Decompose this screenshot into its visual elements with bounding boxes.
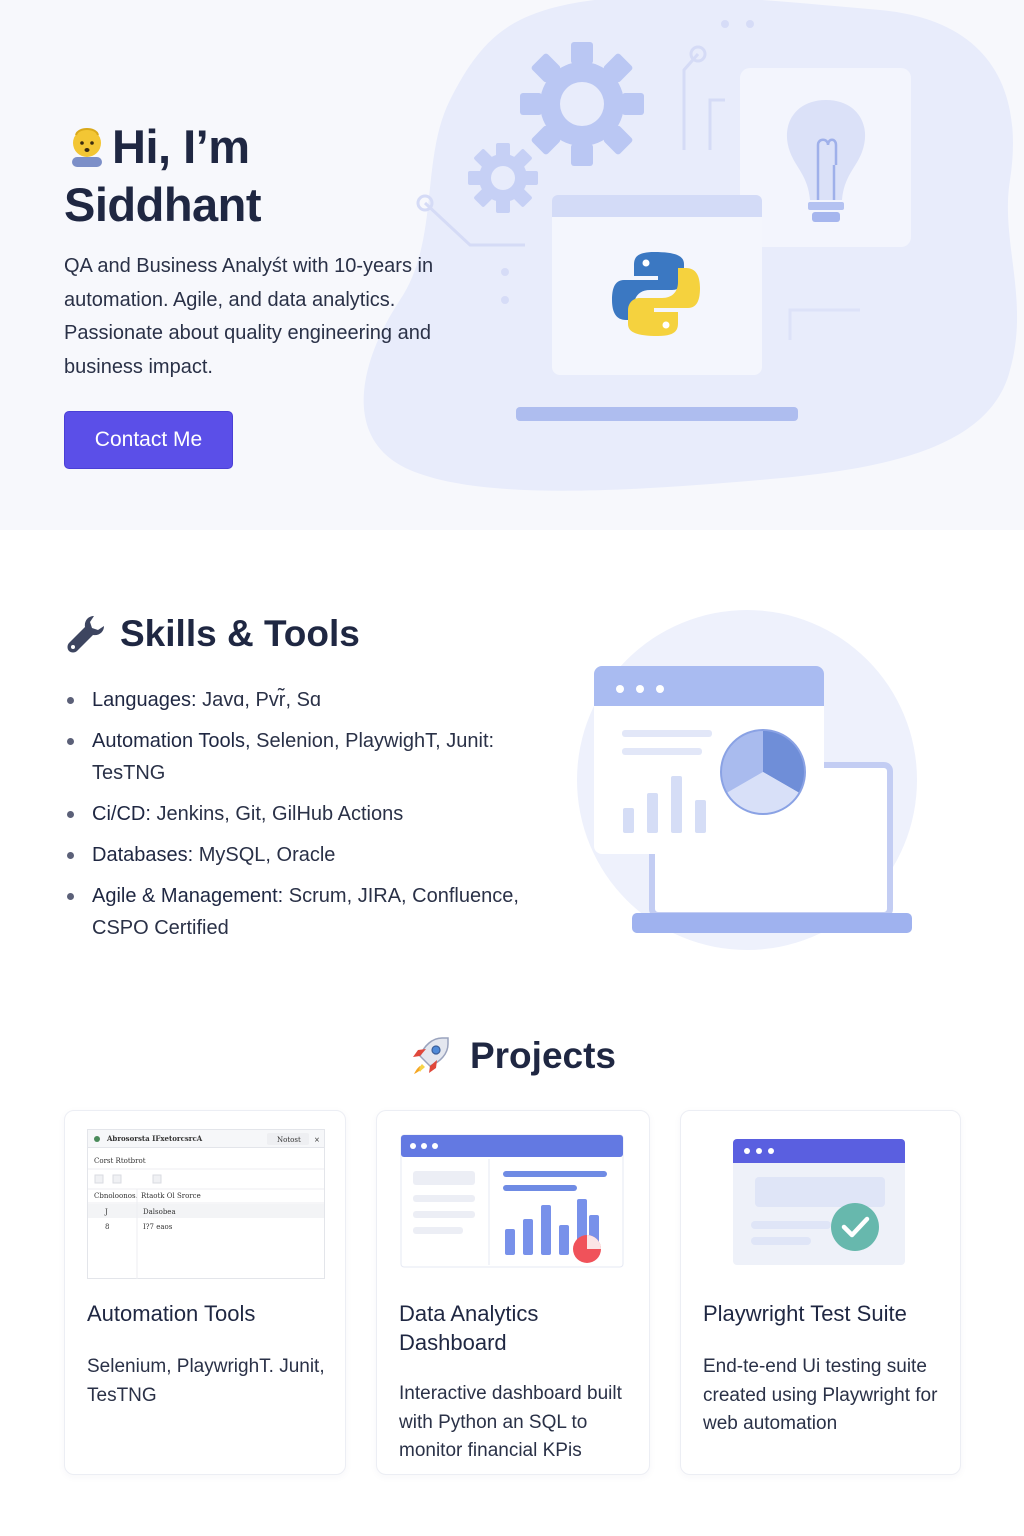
skills-heading: Skills & Tools <box>64 612 360 656</box>
thumb-toolbar-label: Corst Rtotbrot <box>94 1157 146 1165</box>
hero-heading: Hi, I’m Siddhant <box>64 118 262 234</box>
projects-heading: Projects <box>0 1034 1024 1078</box>
project-title: Playwright Test Suite <box>703 1301 907 1326</box>
thumb-row1-num: J <box>104 1208 108 1216</box>
hero-description: QA and Business Analyśt with 10-years in… <box>64 255 434 378</box>
project-card-automation-tools[interactable]: Abrosorsta IFxetorcsrcA Notost × Corst R… <box>64 1110 346 1475</box>
project-description: Interactive dashboard built with Python … <box>399 1383 622 1461</box>
project-card-data-analytics[interactable]: Data Analytics Dashboard Interactive das… <box>376 1110 650 1475</box>
skill-item-agile: Agile & Management: Scrum, JIRA, Conflue… <box>64 880 524 944</box>
hero-greeting: Hi, I’m <box>112 120 250 173</box>
wrench-icon <box>67 616 104 653</box>
skills-list: Languages: Javɑ, Pvr̃, Sɑ Automation Too… <box>64 684 524 953</box>
thumb-window-title: Abrosorsta IFxetorcsrcA <box>106 1134 203 1143</box>
thumb-col2: Rtaotk Ol Srorce <box>141 1192 201 1200</box>
dashboard-laptop-illustration <box>577 610 917 950</box>
analytics-dashboard-screenshot <box>400 1134 624 1268</box>
skill-item-languages: Languages: Javɑ, Pvr̃, Sɑ <box>64 684 524 716</box>
project-description: End-te-end Ui testing suite created usin… <box>703 1356 938 1434</box>
thumb-button: Notost <box>277 1136 301 1144</box>
thumb-row2-num: 8 <box>105 1223 109 1231</box>
thumb-close: × <box>314 1136 320 1144</box>
thumb-row1-text: Dalsobea <box>143 1208 176 1216</box>
skill-item-automation: Automation Tools, Selenion, PlaywighT, J… <box>64 725 524 789</box>
hero-section: Hi, I’m Siddhant QA and Business Analyśt… <box>0 0 1024 530</box>
project-card-playwright[interactable]: Playwright Test Suite End-te-end Ui test… <box>680 1110 961 1475</box>
skill-item-cicd: Ci/CD: Jenkins, Git, GilHub Actions <box>64 798 524 830</box>
rocket-icon <box>412 1037 449 1074</box>
project-description: Selenium, PlaywrighT. Junit, TesTNG <box>87 1356 325 1406</box>
playwright-suite-screenshot <box>733 1139 905 1265</box>
thumb-row2-text: I?7 eaos <box>143 1223 173 1231</box>
projects-title-text: Projects <box>469 1035 616 1076</box>
project-title: Automation Tools <box>87 1301 256 1326</box>
automation-tools-screenshot: Abrosorsta IFxetorcsrcA Notost × Corst R… <box>87 1129 325 1279</box>
skill-item-databases: Databases: MySQL, Oracle <box>64 839 524 871</box>
hero-name: Siddhant <box>64 178 262 231</box>
skills-title-text: Skills & Tools <box>120 613 360 654</box>
waving-person-icon <box>72 128 102 167</box>
thumb-col1: Cbnoloonos. <box>94 1192 138 1200</box>
contact-me-button[interactable]: Contact Me <box>64 411 233 469</box>
project-title: Data Analytics Dashboard <box>399 1301 539 1355</box>
